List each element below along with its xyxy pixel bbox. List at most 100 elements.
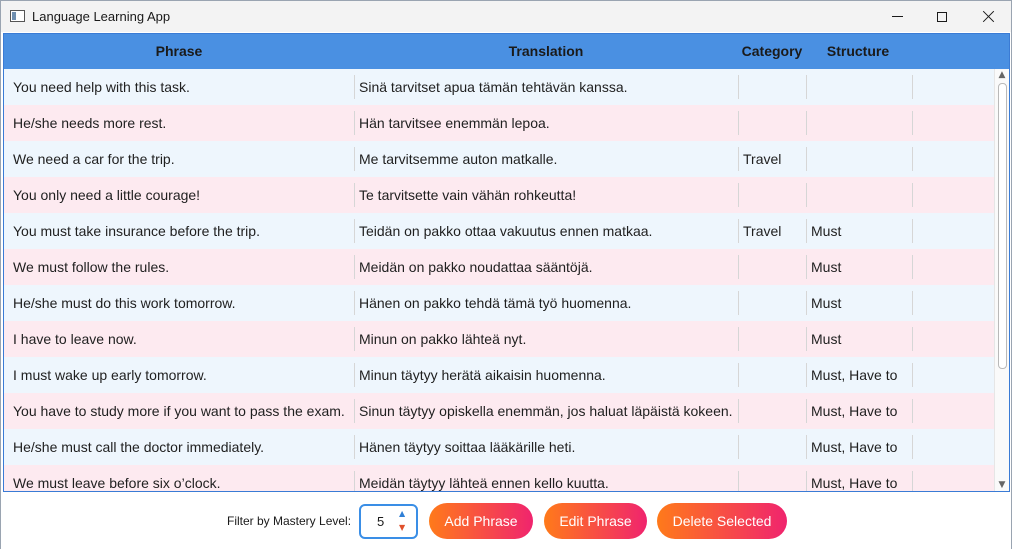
cell-translation: Sinun täytyy opiskella enemmän, jos halu…	[359, 403, 733, 419]
column-divider	[354, 111, 355, 135]
column-divider	[738, 111, 739, 135]
cell-translation: Te tarvitsette vain vähän rohkeutta!	[359, 187, 577, 203]
mastery-level-spinner[interactable]: 5 ▲ ▼	[359, 504, 418, 539]
column-divider	[738, 219, 739, 243]
scroll-down-arrow-icon[interactable]: ▼	[995, 479, 1009, 491]
window-title: Language Learning App	[32, 9, 171, 24]
column-divider	[806, 471, 807, 491]
cell-structure: Must	[811, 331, 842, 347]
cell-category	[735, 69, 806, 105]
cell-phrase: I must wake up early tomorrow.	[13, 367, 207, 383]
column-divider	[912, 75, 913, 99]
app-window: Language Learning App Phrase Translation…	[0, 0, 1012, 549]
cell-translation: Minun on pakko lähteä nyt.	[359, 331, 527, 347]
cell-category: Travel	[743, 223, 782, 239]
column-divider	[354, 291, 355, 315]
phrase-table[interactable]: Phrase Translation Category Structure Yo…	[3, 33, 1010, 492]
cell-phrase: We must leave before six o’clock.	[13, 475, 221, 491]
increment-arrow-icon[interactable]: ▲	[399, 509, 405, 518]
table-row[interactable]: I have to leave now. Minun on pakko lähte…	[4, 321, 994, 357]
table-row[interactable]: He/she must call the doctor immediately.…	[4, 429, 994, 465]
column-header-category[interactable]: Category	[738, 34, 806, 69]
delete-selected-button[interactable]: Delete Selected	[657, 503, 787, 539]
scroll-up-arrow-icon[interactable]: ▲	[995, 69, 1009, 81]
column-divider	[738, 327, 739, 351]
column-header-structure[interactable]: Structure	[806, 34, 910, 69]
cell-category	[735, 393, 806, 429]
add-phrase-button[interactable]: Add Phrase	[429, 503, 533, 539]
cell-category	[735, 465, 806, 491]
cell-phrase: We need a car for the trip.	[13, 151, 175, 167]
table-row[interactable]: He/she must do this work tomorrow. Hänen …	[4, 285, 994, 321]
cell-structure: Must	[811, 259, 842, 275]
column-divider	[806, 111, 807, 135]
table-row[interactable]: You only need a little courage! Te tarvit…	[4, 177, 994, 213]
cell-category	[735, 321, 806, 357]
cell-structure	[803, 69, 910, 105]
cell-category	[735, 429, 806, 465]
column-divider	[806, 435, 807, 459]
column-divider	[806, 327, 807, 351]
column-divider	[354, 75, 355, 99]
column-divider	[912, 219, 913, 243]
column-divider	[354, 327, 355, 351]
column-header-translation[interactable]: Translation	[354, 34, 738, 69]
cell-translation: Meidän täytyy lähteä ennen kello kuutta.	[359, 475, 609, 491]
vertical-scrollbar[interactable]: ▲ ▼	[994, 69, 1009, 491]
column-divider	[738, 147, 739, 171]
cell-phrase: We must follow the rules.	[13, 259, 170, 275]
cell-category	[735, 357, 806, 393]
column-header-phrase[interactable]: Phrase	[4, 34, 354, 69]
cell-translation: Teidän on pakko ottaa vakuutus ennen mat…	[359, 223, 653, 239]
table-row[interactable]: He/she needs more rest. Hän tarvitsee ene…	[4, 105, 994, 141]
column-divider	[354, 363, 355, 387]
column-divider	[354, 183, 355, 207]
column-divider	[354, 471, 355, 491]
filter-label: Filter by Mastery Level:	[227, 514, 352, 528]
minimize-button[interactable]	[874, 1, 920, 32]
column-divider	[912, 327, 913, 351]
close-icon	[982, 10, 995, 23]
cell-structure	[803, 177, 910, 213]
column-divider	[912, 435, 913, 459]
cell-phrase: You must take insurance before the trip.	[13, 223, 260, 239]
cell-phrase: You only need a little courage!	[13, 187, 201, 203]
cell-translation: Me tarvitsemme auton matkalle.	[359, 151, 558, 167]
table-row[interactable]: We need a car for the trip. Me tarvitsemm…	[4, 141, 994, 177]
column-divider	[806, 255, 807, 279]
column-divider	[354, 219, 355, 243]
table-row[interactable]: We must leave before six o’clock. Meidän …	[4, 465, 994, 491]
title-bar: Language Learning App	[1, 1, 1011, 32]
column-divider	[354, 399, 355, 423]
column-divider	[354, 255, 355, 279]
cell-structure: Must	[811, 223, 842, 239]
mastery-level-value[interactable]: 5	[377, 514, 384, 529]
column-divider	[354, 147, 355, 171]
table-row[interactable]: You must take insurance before the trip.…	[4, 213, 994, 249]
table-row[interactable]: You need help with this task. Sinä tarvit…	[4, 69, 994, 105]
column-divider	[912, 363, 913, 387]
decrement-arrow-icon[interactable]: ▼	[399, 523, 405, 532]
cell-structure	[803, 141, 910, 177]
scrollbar-thumb[interactable]	[998, 83, 1007, 369]
column-divider	[806, 147, 807, 171]
column-divider	[738, 363, 739, 387]
column-divider	[738, 183, 739, 207]
cell-phrase: He/she needs more rest.	[13, 115, 167, 131]
column-divider	[806, 219, 807, 243]
cell-category	[735, 105, 806, 141]
cell-structure: Must	[811, 295, 842, 311]
maximize-button[interactable]	[919, 1, 965, 32]
table-row[interactable]: You have to study more if you want to pa…	[4, 393, 994, 429]
table-row[interactable]: I must wake up early tomorrow. Minun täyt…	[4, 357, 994, 393]
cell-structure: Must, Have to	[811, 439, 898, 455]
cell-translation: Hänen on pakko tehdä tämä työ huomenna.	[359, 295, 632, 311]
close-button[interactable]	[965, 1, 1011, 32]
cell-translation: Hän tarvitsee enemmän lepoa.	[359, 115, 550, 131]
column-divider	[806, 363, 807, 387]
cell-translation: Minun täytyy herätä aikaisin huomenna.	[359, 367, 606, 383]
edit-phrase-button[interactable]: Edit Phrase	[544, 503, 647, 539]
cell-structure: Must, Have to	[811, 475, 898, 491]
table-row[interactable]: We must follow the rules. Meidän on pakko…	[4, 249, 994, 285]
column-divider	[738, 471, 739, 491]
